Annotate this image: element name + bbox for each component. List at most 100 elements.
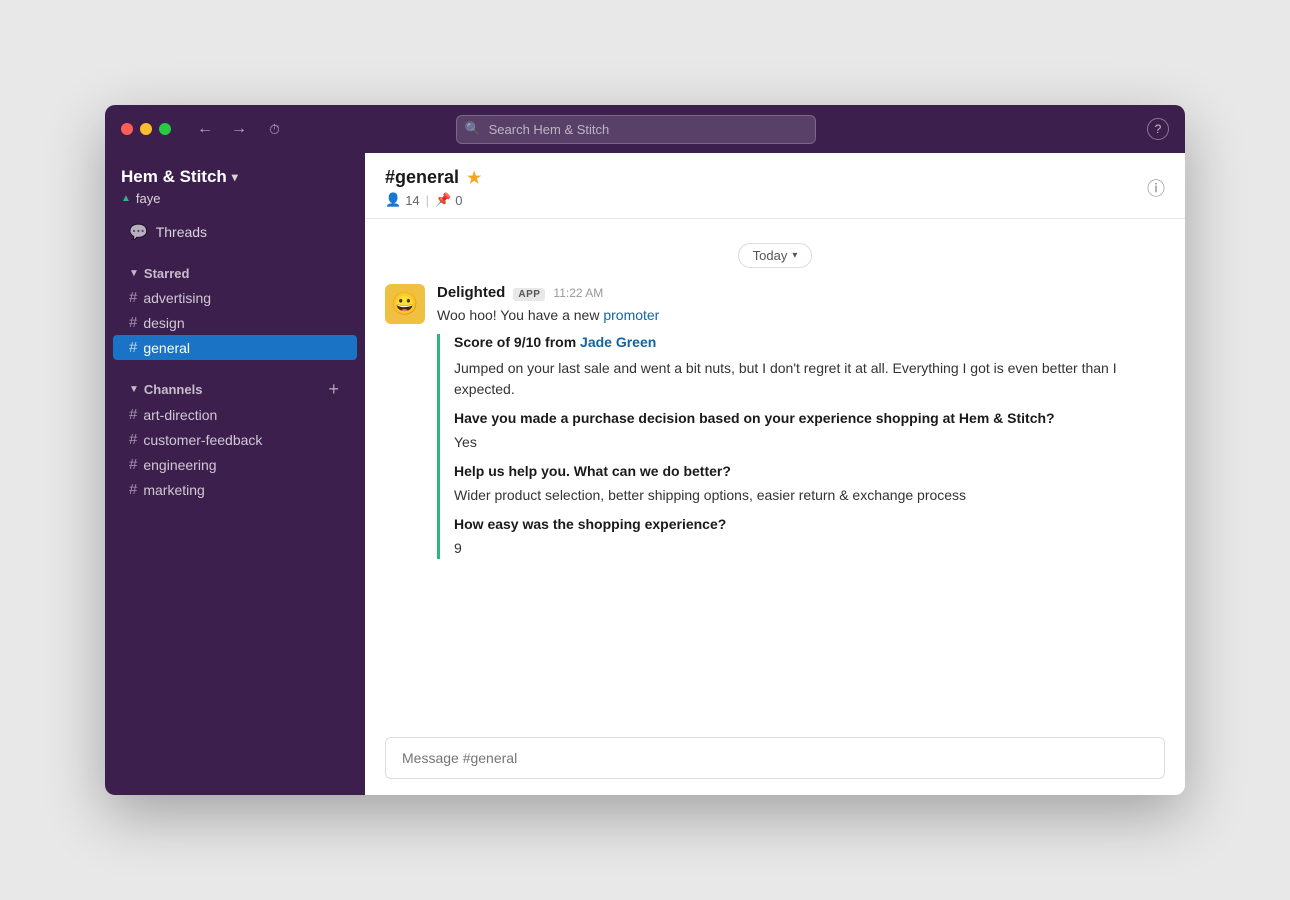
sidebar-item-design[interactable]: # design bbox=[113, 310, 357, 335]
message-input-area bbox=[365, 725, 1185, 795]
promoter-link[interactable]: promoter bbox=[603, 307, 659, 323]
card-body-text: Jumped on your last sale and went a bit … bbox=[454, 358, 1165, 400]
search-bar: 🔍 bbox=[456, 115, 816, 144]
starred-header[interactable]: ▼ Starred bbox=[113, 258, 357, 285]
card-answer-2: Wider product selection, better shipping… bbox=[454, 485, 1165, 506]
channel-name-customer-feedback: customer-feedback bbox=[143, 432, 262, 448]
channel-name-heading: #general bbox=[385, 167, 459, 188]
jade-green-link[interactable]: Jade Green bbox=[580, 334, 656, 350]
content-area: #general ★ 👤 14 | 📌 0 bbox=[365, 153, 1185, 795]
starred-triangle: ▼ bbox=[129, 268, 139, 279]
sidebar-item-general[interactable]: # general bbox=[113, 335, 357, 360]
hash-icon: # bbox=[129, 481, 137, 498]
hash-icon: # bbox=[129, 339, 137, 356]
channel-header-left: #general ★ 👤 14 | 📌 0 bbox=[385, 167, 481, 208]
pins-meta: 📌 0 bbox=[435, 192, 462, 208]
threads-icon: 💬 bbox=[129, 223, 148, 241]
starred-header-left: ▼ Starred bbox=[129, 266, 189, 281]
card-answer-1: Yes bbox=[454, 432, 1165, 453]
channel-name-advertising: advertising bbox=[143, 290, 211, 306]
message-card: Score of 9/10 from Jade Green Jumped on … bbox=[437, 334, 1165, 559]
message-body: Delighted APP 11:22 AM Woo hoo! You have… bbox=[437, 284, 1165, 569]
channels-header[interactable]: ▼ Channels + bbox=[113, 372, 357, 402]
channel-header: #general ★ 👤 14 | 📌 0 bbox=[365, 153, 1185, 219]
back-button[interactable]: ← bbox=[191, 118, 219, 140]
avatar: 😀 bbox=[385, 284, 425, 324]
message-text: Woo hoo! You have a new promoter bbox=[437, 305, 1165, 326]
titlebar: ← → ⏱ 🔍 ? bbox=[105, 105, 1185, 153]
channel-title: #general ★ bbox=[385, 167, 481, 188]
channel-info-button[interactable]: ⓘ bbox=[1147, 175, 1165, 201]
hash-icon: # bbox=[129, 406, 137, 423]
meta-separator: | bbox=[426, 193, 429, 208]
score-label: Score of 9/10 from bbox=[454, 334, 580, 350]
channel-name-art-direction: art-direction bbox=[143, 407, 217, 423]
workspace-header: Hem & Stitch ▾ ▲ faye bbox=[105, 153, 365, 212]
channels-header-left: ▼ Channels bbox=[129, 382, 202, 397]
minimize-button[interactable] bbox=[140, 123, 152, 135]
username-label: faye bbox=[136, 191, 161, 206]
channel-name-marketing: marketing bbox=[143, 482, 204, 498]
search-icon: 🔍 bbox=[465, 121, 481, 137]
message-input[interactable] bbox=[385, 737, 1165, 779]
help-button[interactable]: ? bbox=[1147, 118, 1169, 140]
channel-name-design: design bbox=[143, 315, 184, 331]
hash-icon: # bbox=[129, 314, 137, 331]
sender-name: Delighted bbox=[437, 284, 505, 301]
hash-icon: # bbox=[129, 431, 137, 448]
app-window: ← → ⏱ 🔍 ? Hem & Stitch ▾ ▲ faye bbox=[105, 105, 1185, 795]
sidebar-item-engineering[interactable]: # engineering bbox=[113, 452, 357, 477]
starred-section: ▼ Starred # advertising # design # gener… bbox=[105, 252, 365, 366]
message-header: Delighted APP 11:22 AM bbox=[437, 284, 1165, 301]
sidebar-item-customer-feedback[interactable]: # customer-feedback bbox=[113, 427, 357, 452]
starred-header-label: Starred bbox=[144, 266, 190, 281]
channel-star-icon[interactable]: ★ bbox=[467, 168, 481, 188]
history-button[interactable]: ⏱ bbox=[265, 117, 284, 142]
messages-area: Today ▾ 😀 Delighted APP 11:22 AM Woo hoo… bbox=[365, 219, 1185, 725]
message-timestamp: 11:22 AM bbox=[553, 286, 603, 300]
members-count: 14 bbox=[405, 193, 419, 208]
card-answer-3: 9 bbox=[454, 538, 1165, 559]
members-meta: 👤 14 bbox=[385, 192, 420, 208]
status-dot-icon: ▲ bbox=[121, 193, 131, 204]
forward-button[interactable]: → bbox=[225, 118, 253, 140]
add-channel-button[interactable]: + bbox=[326, 380, 341, 398]
search-input[interactable] bbox=[456, 115, 816, 144]
date-chevron-icon: ▾ bbox=[792, 250, 797, 261]
main-area: Hem & Stitch ▾ ▲ faye 💬 Threads bbox=[105, 153, 1185, 795]
pins-icon: 📌 bbox=[435, 192, 451, 208]
sidebar-item-marketing[interactable]: # marketing bbox=[113, 477, 357, 502]
maximize-button[interactable] bbox=[159, 123, 171, 135]
threads-section: 💬 Threads bbox=[105, 212, 365, 252]
message-row: 😀 Delighted APP 11:22 AM Woo hoo! You ha… bbox=[385, 284, 1165, 569]
threads-label: Threads bbox=[156, 224, 207, 240]
workspace-name[interactable]: Hem & Stitch ▾ bbox=[121, 167, 349, 187]
hash-icon: # bbox=[129, 289, 137, 306]
workspace-name-text: Hem & Stitch bbox=[121, 167, 227, 187]
card-question-1: Have you made a purchase decision based … bbox=[454, 410, 1165, 426]
message-text-before-link: Woo hoo! You have a new bbox=[437, 307, 603, 323]
channels-section: ▼ Channels + # art-direction # customer-… bbox=[105, 366, 365, 508]
channel-meta: 👤 14 | 📌 0 bbox=[385, 192, 481, 208]
workspace-chevron: ▾ bbox=[232, 170, 238, 184]
members-icon: 👤 bbox=[385, 192, 401, 208]
card-question-2: Help us help you. What can we do better? bbox=[454, 463, 1165, 479]
sidebar-item-advertising[interactable]: # advertising bbox=[113, 285, 357, 310]
app-badge: APP bbox=[513, 288, 545, 301]
channel-name-general: general bbox=[143, 340, 190, 356]
date-label: Today bbox=[753, 248, 788, 263]
user-status: ▲ faye bbox=[121, 191, 349, 206]
date-pill[interactable]: Today ▾ bbox=[738, 243, 813, 268]
hash-icon: # bbox=[129, 456, 137, 473]
card-score: Score of 9/10 from Jade Green bbox=[454, 334, 1165, 350]
channels-triangle: ▼ bbox=[129, 384, 139, 395]
close-button[interactable] bbox=[121, 123, 133, 135]
nav-buttons: ← → bbox=[191, 118, 253, 140]
date-divider: Today ▾ bbox=[385, 243, 1165, 268]
sidebar: Hem & Stitch ▾ ▲ faye 💬 Threads bbox=[105, 153, 365, 795]
traffic-lights bbox=[121, 123, 171, 135]
card-question-3: How easy was the shopping experience? bbox=[454, 516, 1165, 532]
sidebar-item-art-direction[interactable]: # art-direction bbox=[113, 402, 357, 427]
pins-count: 0 bbox=[455, 193, 462, 208]
sidebar-item-threads[interactable]: 💬 Threads bbox=[113, 218, 357, 246]
